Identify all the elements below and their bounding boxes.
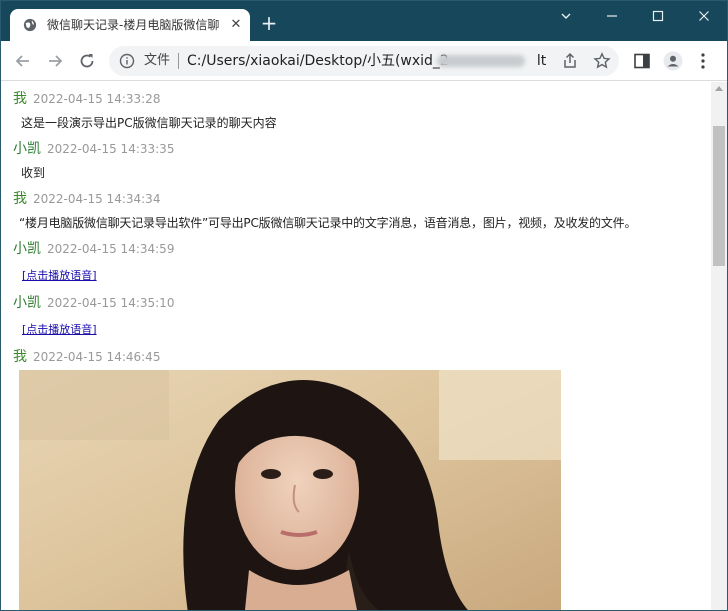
close-window-button[interactable] <box>681 1 727 31</box>
minimize-button[interactable] <box>589 1 635 31</box>
close-icon <box>699 10 709 21</box>
scroll-up-arrow-icon[interactable] <box>715 86 723 91</box>
message-time: 2022-04-15 14:34:59 <box>47 242 175 256</box>
message-time: 2022-04-15 14:34:34 <box>33 192 161 206</box>
maximize-icon <box>652 10 664 21</box>
more-menu-icon[interactable] <box>697 51 709 71</box>
sender-name: 小凯 <box>13 141 41 157</box>
url-redaction <box>437 55 525 67</box>
sender-name: 我 <box>13 91 27 107</box>
sender-name: 我 <box>13 191 27 207</box>
message-text: “楼月电脑版微信聊天记录导出软件”可导出PC版微信聊天记录中的文字消息，语音消息… <box>19 216 637 230</box>
message-header: 我 2022-04-15 14:46:45 <box>13 346 160 366</box>
scroll-thumb[interactable] <box>713 126 725 266</box>
new-tab-button[interactable]: + <box>259 13 279 33</box>
tab-active[interactable]: 微信聊天记录-楼月电脑版微信聊 ✕ <box>10 9 250 41</box>
message-header: 我 2022-04-15 14:34:34 <box>13 188 160 208</box>
back-arrow-icon[interactable] <box>13 51 33 71</box>
chat-photo-image[interactable] <box>19 370 561 611</box>
tab-title: 微信聊天记录-楼月电脑版微信聊 <box>47 18 219 32</box>
minimize-icon <box>607 14 617 17</box>
address-divider <box>178 53 179 69</box>
sender-name: 小凯 <box>13 241 41 257</box>
chat-log-page: 我 2022-04-15 14:33:28 这是一段演示导出PC版微信聊天记录的聊… <box>1 82 711 611</box>
vertical-scrollbar[interactable] <box>711 82 727 610</box>
play-voice-link[interactable]: [点击播放语音] <box>22 321 97 337</box>
side-panel-icon[interactable] <box>633 52 651 70</box>
message-header: 小凯 2022-04-15 14:35:10 <box>13 292 174 312</box>
address-bar[interactable]: 文件 C:/Users/xiaokai/Desktop/小五(wxid_2lt0… <box>109 46 619 76</box>
bookmark-star-icon[interactable] <box>593 52 611 70</box>
reload-icon[interactable] <box>77 51 97 71</box>
message-text: 这是一段演示导出PC版微信聊天记录的聊天内容 <box>21 116 277 130</box>
info-icon[interactable] <box>119 53 135 69</box>
tab-close-button[interactable]: ✕ <box>228 17 244 33</box>
profile-avatar-icon[interactable] <box>663 51 683 71</box>
share-icon[interactable] <box>561 52 579 70</box>
message-time: 2022-04-15 14:46:45 <box>33 350 161 364</box>
sender-name: 小凯 <box>13 295 41 311</box>
message-header: 小凯 2022-04-15 14:34:59 <box>13 238 174 258</box>
message-text: 收到 <box>21 166 46 180</box>
browser-toolbar: 文件 C:/Users/xiaokai/Desktop/小五(wxid_2lt0… <box>1 41 727 81</box>
globe-icon <box>23 18 37 32</box>
tab-search-button[interactable] <box>543 1 589 31</box>
play-voice-link[interactable]: [点击播放语音] <box>22 267 97 283</box>
tab-strip: 微信聊天记录-楼月电脑版微信聊 ✕ + <box>1 1 727 41</box>
chevron-down-icon <box>561 13 571 19</box>
message-time: 2022-04-15 14:35:10 <box>47 296 175 310</box>
browser-window: 微信聊天记录-楼月电脑版微信聊 ✕ + 文件 C:/Users/xiaokai/… <box>0 0 728 611</box>
message-header: 我 2022-04-15 14:33:28 <box>13 88 160 108</box>
file-scheme-label: 文件 <box>144 53 171 68</box>
message-time: 2022-04-15 14:33:28 <box>33 92 161 106</box>
message-time: 2022-04-15 14:33:35 <box>47 142 175 156</box>
sender-name: 我 <box>13 349 27 365</box>
forward-arrow-icon[interactable] <box>45 51 65 71</box>
maximize-button[interactable] <box>635 1 681 31</box>
message-header: 小凯 2022-04-15 14:33:35 <box>13 138 174 158</box>
